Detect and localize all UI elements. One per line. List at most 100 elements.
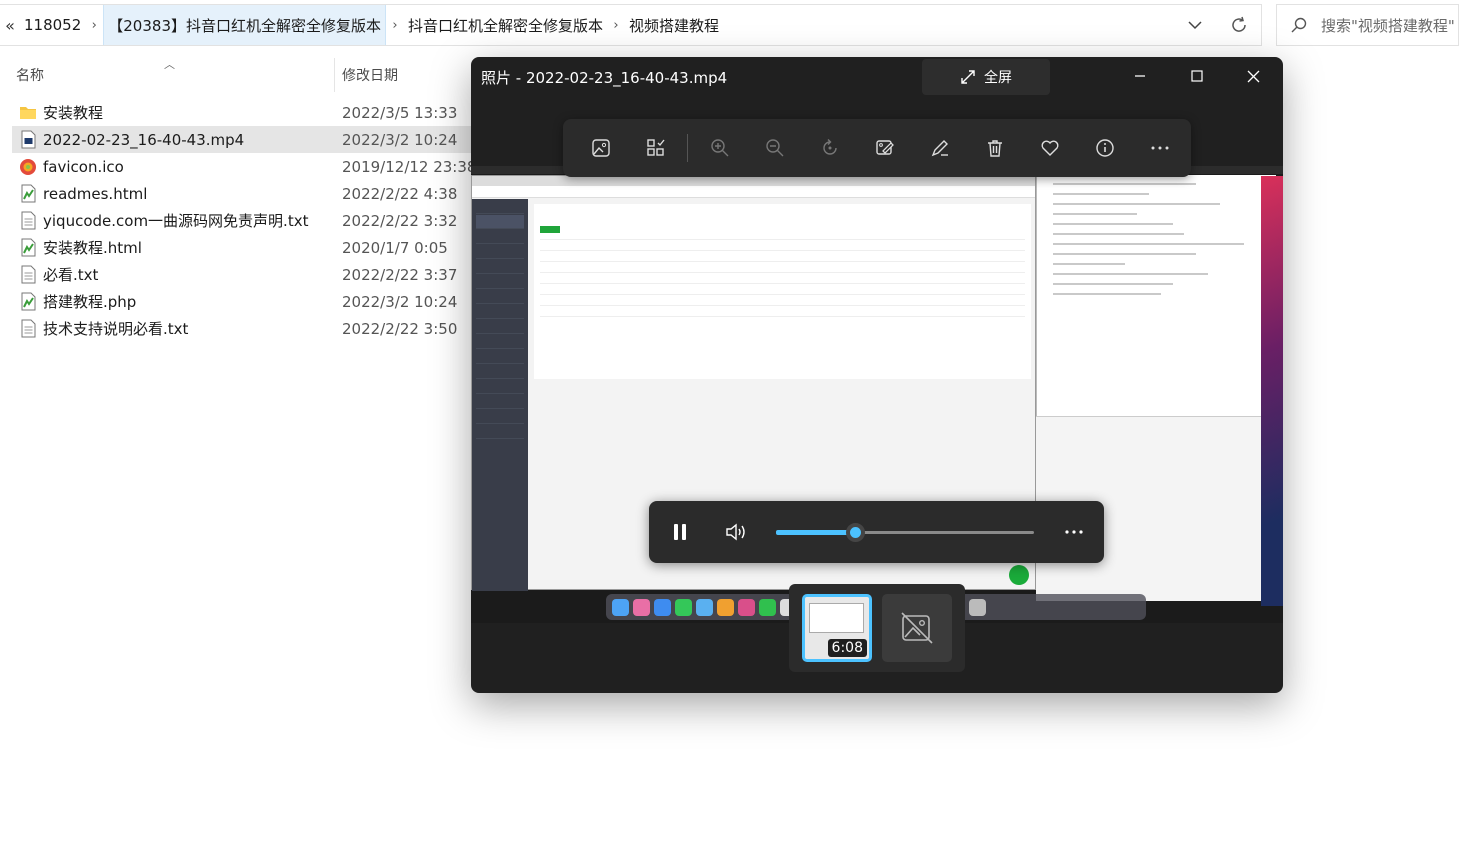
list-item-selected[interactable]: 2022-02-23_16-40-43.mp4 2022/3/2 10:24	[12, 126, 480, 153]
zoom-in-button[interactable]	[692, 127, 747, 169]
file-name: 必看.txt	[43, 266, 99, 284]
toolbar-divider	[687, 134, 688, 162]
more-options-button[interactable]	[1132, 127, 1187, 169]
rotate-icon	[822, 139, 837, 155]
file-list: 安装教程 2022/3/5 13:33 2022-02-23_16-40-43.…	[0, 99, 480, 342]
expand-icon	[961, 70, 975, 84]
list-item[interactable]: 安装教程.html 2020/1/7 0:05	[0, 234, 480, 261]
video-editor-window	[1036, 175, 1276, 421]
info-button[interactable]	[1077, 127, 1132, 169]
address-bar: « 118052 › 【20383】抖音口红机全解密全修复版本 › 抖音口红机全…	[0, 0, 1459, 52]
list-item[interactable]: favicon.ico 2019/12/12 23:38	[0, 153, 480, 180]
maximize-button[interactable]	[1168, 57, 1225, 95]
seek-thumb[interactable]	[846, 523, 865, 542]
file-date: 2022/2/22 4:38	[342, 184, 458, 203]
breadcrumb-item-version[interactable]: 抖音口红机全解密全修复版本	[404, 5, 607, 45]
collection-icon	[646, 139, 665, 156]
volume-button[interactable]	[708, 501, 764, 563]
column-divider[interactable]	[334, 58, 335, 92]
favorite-button[interactable]	[1022, 127, 1077, 169]
ico-file-icon	[20, 159, 36, 175]
video-wallpaper	[1261, 176, 1283, 606]
list-item[interactable]: yiqucode.com一曲源码网免责声明.txt 2022/2/22 3:32	[0, 207, 480, 234]
fullscreen-button[interactable]: 全屏	[922, 59, 1050, 95]
delete-button[interactable]	[967, 127, 1022, 169]
thumbnail-preview	[809, 603, 864, 633]
search-input[interactable]: 搜索"视频搭建教程"	[1276, 4, 1459, 46]
column-header-date[interactable]: 修改日期	[342, 58, 472, 92]
minimize-button[interactable]	[1111, 57, 1168, 95]
minimize-icon	[1134, 75, 1145, 77]
desktop: « 118052 › 【20383】抖音口红机全解密全修复版本 › 抖音口红机全…	[0, 0, 1459, 853]
more-icon	[1151, 146, 1168, 150]
html-file-icon	[21, 238, 36, 257]
seek-slider[interactable]	[776, 501, 1034, 563]
more-icon	[1065, 530, 1083, 534]
breadcrumb-overflow-button[interactable]: «	[0, 16, 20, 35]
chevron-right-icon[interactable]: ›	[85, 18, 103, 33]
file-name: readmes.html	[43, 184, 148, 203]
draw-icon	[931, 140, 948, 157]
text-file-icon	[21, 319, 36, 338]
file-name: 2022-02-23_16-40-43.mp4	[43, 130, 245, 149]
file-name: favicon.ico	[43, 157, 124, 176]
breadcrumb-item-project[interactable]: 【20383】抖音口红机全解密全修复版本	[103, 5, 386, 45]
list-item[interactable]: 搭建教程.php 2022/3/2 10:24	[0, 288, 480, 315]
zoom-out-button[interactable]	[747, 127, 802, 169]
breadcrumb[interactable]: « 118052 › 【20383】抖音口红机全解密全修复版本 › 抖音口红机全…	[0, 4, 1262, 46]
chevron-right-icon[interactable]: ›	[607, 18, 625, 33]
draw-button[interactable]	[912, 127, 967, 169]
file-date: 2019/12/12 23:38	[342, 157, 477, 176]
rotate-button[interactable]	[802, 127, 857, 169]
close-button[interactable]	[1225, 57, 1282, 95]
php-file-icon	[21, 292, 36, 311]
file-date: 2022/3/5 13:33	[342, 103, 458, 122]
add-to-album-button[interactable]	[628, 127, 683, 169]
list-item[interactable]: 安装教程 2022/3/5 13:33	[0, 99, 480, 126]
edit-image-button[interactable]	[857, 127, 912, 169]
file-date: 2022/2/22 3:37	[342, 265, 458, 284]
chevron-down-icon	[1188, 21, 1202, 30]
history-dropdown-button[interactable]	[1173, 5, 1217, 45]
delete-icon	[987, 140, 1002, 157]
refresh-button[interactable]	[1217, 5, 1261, 45]
favorite-icon	[1041, 140, 1058, 156]
refresh-icon	[1232, 16, 1246, 32]
breadcrumb-item-root[interactable]: 118052	[20, 5, 85, 45]
filmstrip-thumbnail[interactable]	[882, 594, 952, 662]
photos-toolbar	[563, 119, 1191, 177]
pause-button[interactable]	[652, 501, 708, 563]
html-file-icon	[21, 184, 36, 203]
column-header-name[interactable]: 名称	[16, 58, 334, 92]
photos-window[interactable]: 照片 - 2022-02-23_16-40-43.mp4 全屏 6:08	[471, 57, 1283, 693]
view-image-button[interactable]	[573, 127, 628, 169]
window-title: 照片 - 2022-02-23_16-40-43.mp4	[481, 69, 728, 87]
playback-controls	[649, 501, 1104, 563]
file-date: 2022/3/2 10:24	[342, 292, 458, 311]
folder-icon	[20, 107, 36, 119]
volume-icon	[726, 523, 745, 541]
maximize-icon	[1190, 70, 1203, 82]
seek-progress	[776, 530, 855, 535]
list-item[interactable]: 必看.txt 2022/2/22 3:37	[0, 261, 480, 288]
image-icon	[591, 139, 610, 157]
video-file-icon	[21, 130, 36, 149]
file-name: 安装教程.html	[43, 239, 142, 257]
no-image-icon	[901, 612, 933, 644]
info-icon	[1095, 139, 1114, 157]
file-name: 技术支持说明必看.txt	[43, 320, 189, 338]
breadcrumb-item-current[interactable]: 视频搭建教程	[625, 5, 723, 45]
file-date: 2022/2/22 3:32	[342, 211, 458, 230]
video-duration: 6:08	[827, 639, 867, 657]
list-item[interactable]: readmes.html 2022/2/22 4:38	[0, 180, 480, 207]
edit-image-icon	[875, 140, 894, 155]
filmstrip-thumbnail-selected[interactable]: 6:08	[802, 594, 872, 662]
playback-more-button[interactable]	[1046, 501, 1102, 563]
text-file-icon	[21, 211, 36, 230]
chevron-right-icon[interactable]: ›	[386, 18, 404, 33]
fullscreen-label: 全屏	[984, 70, 1012, 86]
file-date: 2022/2/22 3:50	[342, 319, 458, 338]
file-name: yiqucode.com一曲源码网免责声明.txt	[43, 212, 309, 230]
list-item[interactable]: 技术支持说明必看.txt 2022/2/22 3:50	[0, 315, 480, 342]
file-name: 搭建教程.php	[43, 293, 137, 311]
